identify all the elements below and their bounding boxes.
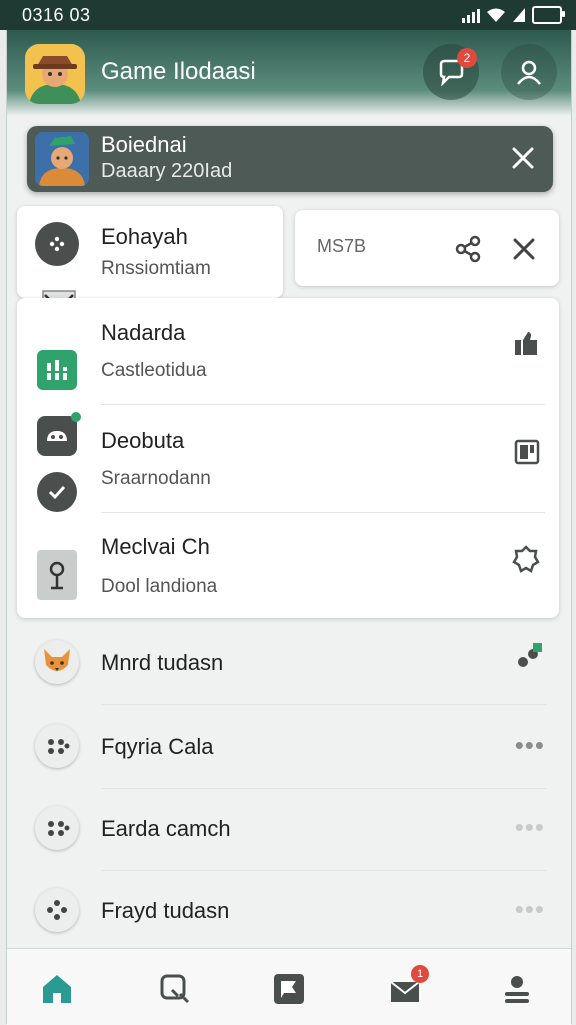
banner-subtitle: Daaary 220Iad — [101, 160, 233, 182]
list-item-title: Earda camch — [101, 816, 231, 841]
app-header: Game Ilodaasi 2 — [7, 30, 571, 116]
nav-inbox[interactable]: 1 — [385, 965, 429, 1009]
item-title: Nadarda — [101, 320, 186, 345]
nav-home[interactable] — [37, 969, 77, 1009]
search-icon — [160, 974, 190, 1004]
thumbs-up-icon[interactable] — [511, 328, 541, 358]
nav-account[interactable] — [497, 969, 537, 1009]
home-icon — [43, 975, 71, 1003]
more-options-button[interactable]: ••• — [515, 812, 545, 843]
divider — [101, 870, 547, 871]
divider — [101, 788, 547, 789]
status-bar: 0316 03 — [0, 0, 576, 30]
divider — [101, 512, 545, 513]
banner-title: Boiednai — [101, 132, 187, 157]
dots-avatar-icon — [35, 724, 79, 768]
first-item-card[interactable]: Eohayah Rnssiomtiam — [17, 206, 283, 298]
chat-button[interactable]: 2 — [423, 44, 479, 100]
item-subtitle: Castleotidua — [101, 360, 207, 381]
fox-avatar-icon — [35, 640, 79, 684]
app-avatar[interactable] — [25, 44, 85, 104]
status-icons — [462, 6, 565, 24]
wifi-icon — [487, 8, 505, 22]
controller-icon — [37, 412, 81, 456]
chart-icon — [37, 350, 77, 390]
item-title: Eohayah — [101, 224, 188, 249]
link-icon[interactable] — [513, 642, 543, 672]
divider — [101, 704, 547, 705]
banner-thumbnail — [35, 132, 89, 186]
signal-icon — [462, 7, 480, 23]
microphone-icon — [37, 550, 77, 600]
more-options-button[interactable]: ••• — [515, 730, 545, 761]
nav-search[interactable] — [155, 969, 195, 1009]
code-label: MS7B — [317, 236, 367, 256]
profile-icon — [517, 60, 541, 85]
app-frame: Game Ilodaasi 2 Boiednai Daaary 220Iad E… — [6, 30, 572, 1025]
game-icon — [35, 222, 79, 266]
flag-icon — [274, 974, 304, 1004]
check-icon — [37, 472, 77, 512]
divider — [101, 404, 545, 405]
list-item-title: Frayd tudasn — [101, 898, 230, 923]
settings-icon[interactable] — [511, 544, 541, 574]
more-options-button[interactable]: ••• — [515, 894, 545, 925]
item-subtitle: Dool landiona — [101, 576, 218, 597]
share-icon[interactable] — [453, 234, 483, 264]
character-thumbnail-icon — [35, 132, 89, 186]
item-subtitle: Sraarnodann — [101, 468, 211, 489]
app-title: Game Ilodaasi — [101, 58, 256, 85]
account-icon — [505, 976, 529, 1003]
notification-badge: 2 — [457, 48, 477, 68]
character-avatar-icon — [25, 44, 85, 104]
status-time: 0316 03 — [22, 5, 91, 25]
nav-flag[interactable] — [269, 969, 309, 1009]
note-icon[interactable] — [513, 438, 541, 466]
items-card: Nadarda Castleotidua Deobuta Sraarnodann… — [17, 298, 559, 618]
list-item-title: Mnrd tudasn — [101, 650, 224, 675]
dots-avatar-icon — [35, 806, 79, 850]
game-avatar-icon — [35, 888, 79, 932]
profile-button[interactable] — [501, 44, 557, 100]
item-subtitle: Rnssiomtiam — [101, 258, 211, 279]
notification-banner[interactable]: Boiednai Daaary 220Iad — [27, 126, 553, 192]
item-title: Meclvai Ch — [101, 534, 210, 559]
list-item-title: Fqyria Cala — [101, 734, 214, 759]
cell-icon — [513, 8, 525, 22]
bottom-navigation: 1 — [7, 948, 571, 1025]
inbox-badge: 1 — [411, 965, 429, 983]
battery-icon — [532, 6, 565, 24]
close-icon[interactable] — [507, 142, 539, 174]
code-card: MS7B — [295, 210, 559, 286]
close-icon[interactable] — [509, 234, 539, 264]
item-title: Deobuta — [101, 428, 185, 453]
